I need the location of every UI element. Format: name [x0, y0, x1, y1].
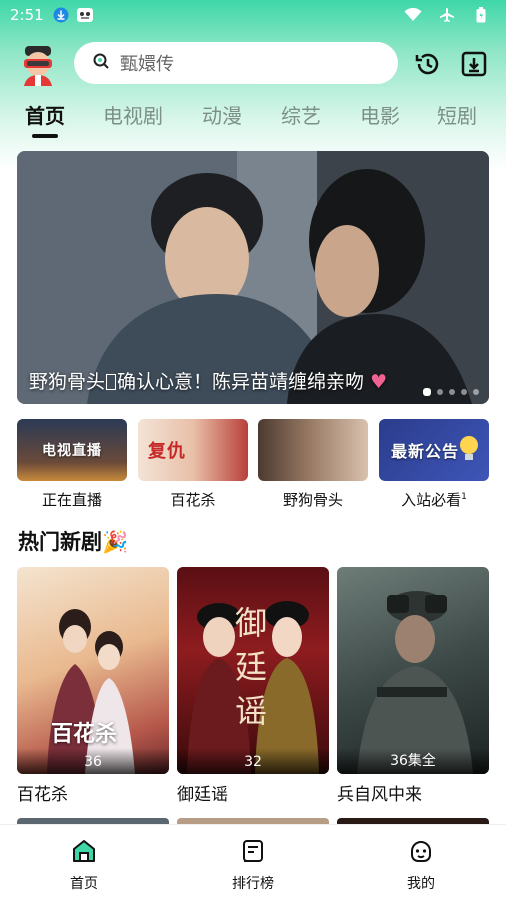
quick-entry-must-see[interactable]: 最新公告 入站必看1	[379, 419, 489, 510]
drama-card[interactable]: 御廷谣 32 御廷谣	[177, 567, 329, 805]
nav-label: 我的	[407, 876, 435, 892]
vr-character-avatar[interactable]	[18, 42, 58, 86]
tab-variety[interactable]: 综艺	[281, 100, 321, 129]
thumb-text: 电视直播	[42, 443, 102, 459]
quick-entry-live[interactable]: 电视直播 正在直播	[17, 419, 127, 510]
quick-entries: 电视直播 正在直播 复仇 百花杀 野狗骨头 最新公告 入站必看1	[0, 419, 506, 514]
nav-home[interactable]: 首页	[34, 837, 134, 893]
poster-title-art: 百花杀	[51, 722, 118, 747]
thumb-text: 复仇	[148, 441, 186, 462]
app-notification-icon	[76, 6, 94, 24]
carousel-dot[interactable]	[461, 389, 467, 395]
drama-poster: 36集全	[337, 567, 489, 774]
drama-card[interactable]: 36集全 兵自风中来	[337, 567, 489, 805]
thumb-text: 最新公告	[391, 442, 460, 461]
home-icon	[70, 837, 98, 865]
hero-banner[interactable]: 野狗骨头 确认心意！陈异苗靖缠绵亲吻 ♥	[17, 151, 489, 404]
category-tabs: 首页 电视剧 动漫 综艺 电影 短剧	[0, 100, 506, 144]
hot-new-drama-list: 百花杀 36 百花杀 御廷谣 32 御廷谣 36集全 兵自风中来	[0, 567, 506, 807]
poster-title-art: 御廷谣	[234, 604, 267, 730]
lightbulb-icon	[457, 433, 481, 469]
carousel-dot[interactable]	[437, 389, 443, 395]
airplane-icon	[438, 6, 456, 24]
app-header: 甄嬛传	[0, 42, 506, 86]
download-icon[interactable]	[460, 50, 488, 78]
carousel-dot[interactable]	[449, 389, 455, 395]
episode-count: 36集全	[390, 753, 436, 769]
drama-title: 百花杀	[17, 785, 68, 805]
search-bar[interactable]: 甄嬛传	[74, 42, 398, 84]
wifi-icon	[404, 6, 422, 24]
quick-entry-baihuasha[interactable]: 复仇 百花杀	[138, 419, 248, 510]
quick-entry-label: 野狗骨头	[282, 491, 343, 509]
carousel-dot[interactable]	[473, 389, 479, 395]
profile-icon	[407, 837, 435, 865]
section-title: 热门新剧🎉	[18, 530, 129, 554]
tab-anime[interactable]: 动漫	[202, 100, 242, 129]
tab-short-drama[interactable]: 短剧	[437, 100, 477, 129]
quick-entry-label: 百花杀	[170, 491, 216, 509]
nav-label: 排行榜	[232, 876, 274, 892]
baihuasha-thumbnail: 复仇	[138, 419, 248, 481]
ranking-icon	[239, 837, 267, 865]
tab-tv-series[interactable]: 电视剧	[103, 100, 163, 129]
quick-entry-label: 入站必看1	[401, 491, 467, 509]
episode-count: 32	[244, 754, 262, 770]
search-icon	[92, 52, 110, 74]
tab-movies[interactable]: 电影	[360, 100, 400, 129]
tab-home[interactable]: 首页	[25, 100, 65, 129]
party-popper-icon: 🎉	[102, 530, 129, 554]
history-icon[interactable]	[414, 50, 442, 78]
status-bar: 2:51	[0, 0, 506, 30]
active-tab-indicator	[32, 134, 58, 138]
quick-entry-yegougutou[interactable]: 野狗骨头	[258, 419, 368, 510]
nav-label: 首页	[70, 876, 98, 892]
live-thumbnail: 电视直播	[17, 419, 127, 481]
download-status-icon	[52, 6, 70, 24]
drama-poster: 百花杀 36	[17, 567, 169, 774]
yegougutou-thumbnail	[258, 419, 368, 481]
battery-icon	[472, 6, 490, 24]
carousel-dots	[423, 388, 479, 396]
status-time: 2:51	[10, 6, 44, 24]
carousel-dot[interactable]	[423, 388, 431, 396]
episode-count: 36	[84, 754, 102, 770]
banner-caption: 野狗骨头 确认心意！陈异苗靖缠绵亲吻 ♥	[29, 371, 388, 393]
quick-entry-label: 正在直播	[41, 491, 102, 509]
drama-card[interactable]: 百花杀 36 百花杀	[17, 567, 169, 805]
heart-icon: ♥	[364, 371, 388, 393]
announcement-thumbnail: 最新公告	[379, 419, 489, 481]
drama-title: 兵自风中来	[337, 785, 422, 805]
nav-ranking[interactable]: 排行榜	[203, 837, 303, 893]
bottom-navigation: 首页 排行榜 我的	[0, 824, 506, 900]
search-placeholder: 甄嬛传	[120, 54, 174, 75]
drama-poster: 御廷谣 32	[177, 567, 329, 774]
nav-profile[interactable]: 我的	[371, 837, 471, 893]
drama-title: 御廷谣	[177, 785, 228, 805]
